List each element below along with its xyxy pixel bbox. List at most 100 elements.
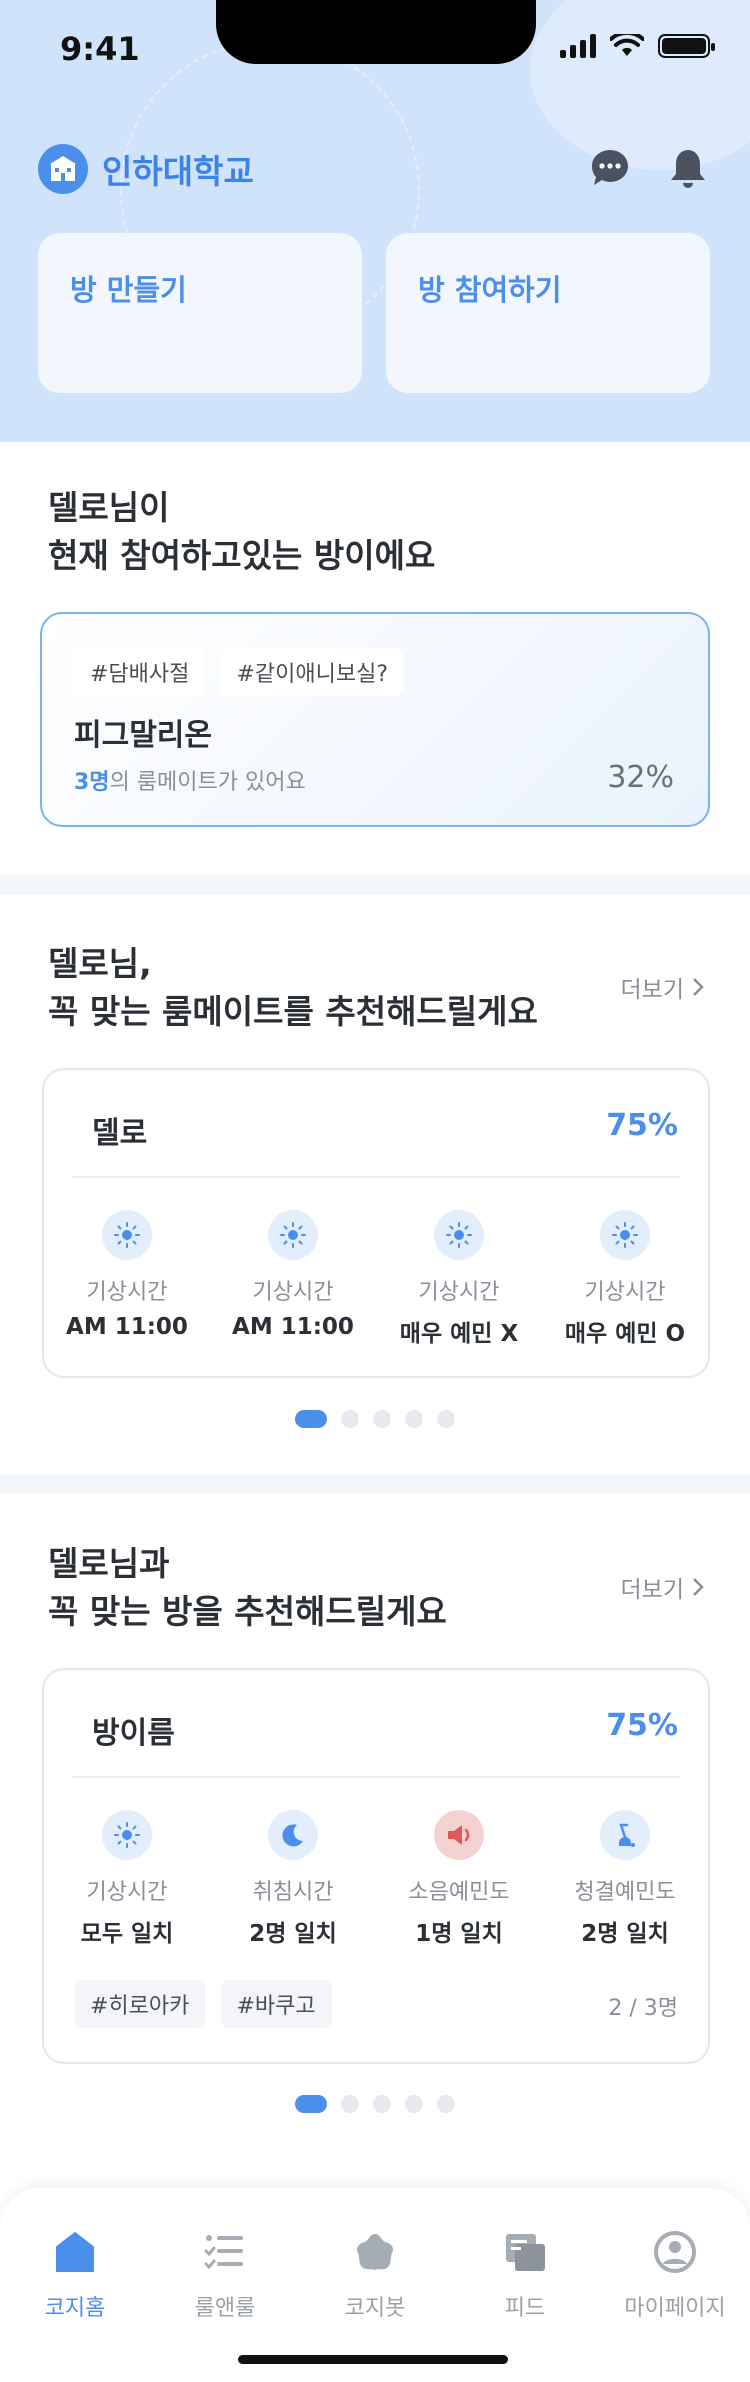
speaker-icon: [434, 1810, 484, 1860]
stat-item: 기상시간 AM 11:00: [44, 1210, 210, 1348]
header: 9:41 인하대학교 방 만들기 방 참여하기: [0, 0, 750, 442]
stat-value: AM 11:00: [232, 1314, 354, 1340]
wifi-icon: [610, 34, 644, 56]
sun-icon: [268, 1210, 318, 1260]
stat-item: 청결예민도 2명 일치: [542, 1810, 708, 1948]
profile-icon: [651, 2228, 699, 2276]
page-dot-active[interactable]: [295, 2095, 327, 2113]
room-tag: #같이애니보실?: [220, 648, 405, 696]
section-divider: [0, 1474, 750, 1494]
page-dot[interactable]: [405, 2095, 423, 2113]
page-dot[interactable]: [373, 2095, 391, 2113]
room-rec-title-line2: 꼭 맞는 방을 추천해드릴게요: [48, 1592, 447, 1631]
bottom-nav: 코지홈 룰앤룰 코지봇 피드 마이페이지: [0, 2188, 750, 2382]
school-icon: [38, 144, 88, 194]
room-tags: #담배사절 #같이애니보실?: [74, 648, 414, 696]
page-dot[interactable]: [341, 2095, 359, 2113]
chevron-right-icon: [693, 978, 704, 996]
current-room-title-line2: 현재 참여하고있는 방이에요: [48, 536, 436, 575]
stat-value: 2명 일치: [249, 1921, 337, 1947]
nav-label: 코지홈: [44, 2296, 106, 2321]
roommate-name: 델로: [92, 1116, 148, 1151]
roommate-rec-title: 델로님, 꼭 맞는 룸메이트를 추천해드릴게요: [48, 940, 538, 1036]
bot-icon: [351, 2228, 399, 2276]
sun-icon: [102, 1210, 152, 1260]
stat-item: 기상시간 매우 예민 O: [542, 1210, 708, 1348]
stat-item: 기상시간 모두 일치: [44, 1810, 210, 1948]
chat-icon[interactable]: [588, 146, 632, 190]
nav-label: 룰앤룰: [194, 2296, 256, 2321]
stat-label: 기상시간: [252, 1280, 334, 1305]
stat-item: 소음예민도 1명 일치: [376, 1810, 542, 1948]
roommate-rec-title-line2: 꼭 맞는 룸메이트를 추천해드릴게요: [48, 992, 538, 1031]
stat-label: 기상시간: [584, 1280, 666, 1305]
room-card[interactable]: 방이름 75% 기상시간 모두 일치 취침시간 2명 일치 소음예민도 1명 일…: [42, 1668, 710, 2064]
page-dot[interactable]: [437, 2095, 455, 2113]
status-bar: 9:41: [0, 0, 750, 90]
room-rec-title-line1: 델로님과: [48, 1544, 170, 1583]
nav-item-rules[interactable]: 룰앤룰: [150, 2228, 300, 2322]
stat-value: 매우 예민 O: [564, 1321, 686, 1347]
stat-label: 기상시간: [86, 1280, 168, 1305]
stat-value: 매우 예민 X: [399, 1321, 519, 1347]
chevron-right-icon: [693, 1578, 704, 1596]
nav-item-home[interactable]: 코지홈: [0, 2228, 150, 2322]
nav-item-mypage[interactable]: 마이페이지: [600, 2228, 750, 2322]
bell-icon[interactable]: [666, 146, 710, 190]
room-rec-title: 델로님과 꼭 맞는 방을 추천해드릴게요: [48, 1540, 447, 1636]
room-pagination: [0, 2095, 750, 2113]
signal-icon: [560, 34, 596, 58]
sun-icon: [600, 1210, 650, 1260]
status-time: 9:41: [60, 30, 140, 68]
stat-label: 기상시간: [86, 1880, 168, 1905]
stat-value: 모두 일치: [80, 1921, 174, 1947]
page-dot[interactable]: [373, 1410, 391, 1428]
more-label: 더보기: [620, 977, 684, 1003]
page-dot[interactable]: [437, 1410, 455, 1428]
current-room-title: 델로님이 현재 참여하고있는 방이에요: [48, 484, 435, 580]
stat-label: 소음예민도: [408, 1880, 510, 1905]
school-name: 인하대학교: [102, 152, 254, 191]
roommate-more-link[interactable]: 더보기: [621, 970, 704, 1004]
rec-room-tags: #히로아카 #바쿠고: [74, 1980, 342, 2028]
stat-label: 기상시간: [418, 1280, 500, 1305]
nav-item-feed[interactable]: 피드: [450, 2228, 600, 2322]
battery-icon: [658, 34, 715, 58]
create-room-button[interactable]: 방 만들기: [38, 233, 362, 393]
brand: 인하대학교: [38, 144, 254, 194]
join-room-button[interactable]: 방 참여하기: [386, 233, 710, 393]
stat-value: 1명 일치: [415, 1921, 503, 1947]
home-icon: [51, 2228, 99, 2276]
page-dot-active[interactable]: [295, 1410, 327, 1428]
room-tag: #바쿠고: [220, 1980, 332, 2028]
roommate-count-number: 3명: [74, 770, 110, 795]
stat-label: 청결예민도: [574, 1880, 676, 1905]
feed-icon: [501, 2228, 549, 2276]
nav-label: 마이페이지: [624, 2296, 726, 2321]
stat-item: 취침시간 2명 일치: [210, 1810, 376, 1948]
section-divider: [0, 875, 750, 895]
current-room-title-line1: 델로님이: [48, 488, 170, 527]
checklist-icon: [201, 2228, 249, 2276]
sun-icon: [434, 1210, 484, 1260]
room-stats: 기상시간 모두 일치 취침시간 2명 일치 소음예민도 1명 일치 청결예민도 …: [44, 1810, 708, 1948]
nav-item-bot[interactable]: 코지봇: [300, 2228, 450, 2322]
current-room-card[interactable]: #담배사절 #같이애니보실? 피그말리온 3명의 룸메이트가 있어요 32%: [40, 612, 710, 827]
roommate-rec-title-line1: 델로님,: [48, 944, 152, 983]
stat-item: 기상시간 매우 예민 X: [376, 1210, 542, 1348]
roommate-count-suffix: 의 룸메이트가 있어요: [109, 770, 306, 795]
roommate-count: 3명의 룸메이트가 있어요: [74, 764, 306, 796]
room-tag: #히로아카: [74, 1980, 206, 2028]
nav-label: 피드: [504, 2296, 546, 2321]
roommate-pagination: [0, 1410, 750, 1428]
rec-room-match-percent: 75%: [606, 1708, 678, 1743]
room-name: 피그말리온: [74, 718, 212, 753]
room-occupancy: 2 / 3명: [608, 1996, 678, 2021]
page-dot[interactable]: [341, 1410, 359, 1428]
page-dot[interactable]: [405, 1410, 423, 1428]
room-more-link[interactable]: 더보기: [621, 1570, 704, 1604]
stat-item: 기상시간 AM 11:00: [210, 1210, 376, 1348]
roommate-card[interactable]: 델로 75% 기상시간 AM 11:00 기상시간 AM 11:00 기상시간 …: [42, 1068, 710, 1378]
stat-value: 2명 일치: [581, 1921, 669, 1947]
card-divider: [72, 1776, 680, 1778]
